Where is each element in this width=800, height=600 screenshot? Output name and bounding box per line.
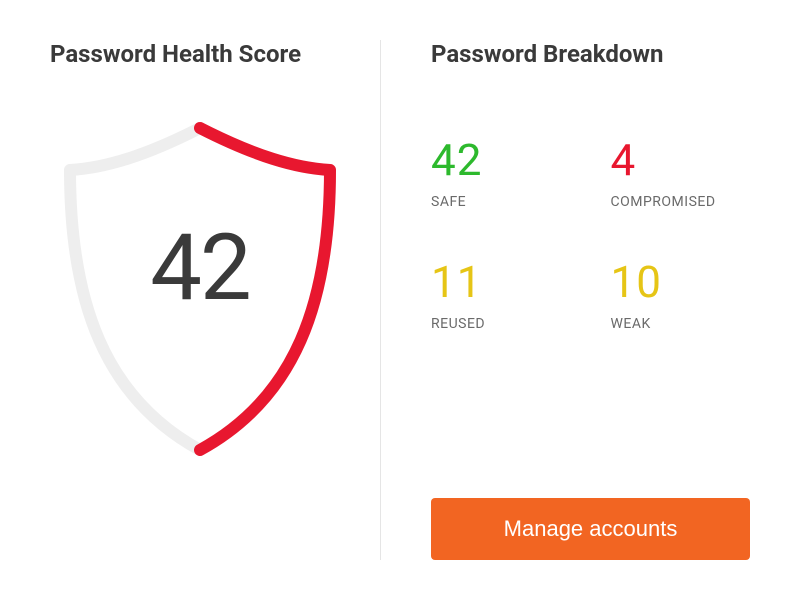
breakdown-grid: 42 SAFE 4 COMPROMISED 11 REUSED 10 WEAK: [431, 138, 750, 332]
stat-weak-value: 10: [611, 260, 751, 304]
health-score-title: Password Health Score: [50, 40, 360, 68]
shield-score-gauge: 42: [50, 108, 350, 468]
stat-reused-label: REUSED: [431, 316, 571, 332]
stat-reused-value: 11: [431, 260, 571, 304]
stat-weak: 10 WEAK: [611, 260, 751, 332]
stat-compromised-value: 4: [611, 138, 751, 182]
breakdown-panel: Password Breakdown 42 SAFE 4 COMPROMISED…: [381, 0, 800, 600]
stat-safe-value: 42: [431, 138, 571, 182]
stat-compromised-label: COMPROMISED: [611, 194, 751, 210]
health-score-value: 42: [50, 108, 350, 428]
breakdown-title: Password Breakdown: [431, 40, 750, 68]
stat-weak-label: WEAK: [611, 316, 751, 332]
stat-safe: 42 SAFE: [431, 138, 571, 210]
manage-accounts-button[interactable]: Manage accounts: [431, 498, 750, 560]
stat-reused: 11 REUSED: [431, 260, 571, 332]
stat-compromised: 4 COMPROMISED: [611, 138, 751, 210]
health-score-panel: Password Health Score 42: [0, 0, 380, 600]
stat-safe-label: SAFE: [431, 194, 571, 210]
